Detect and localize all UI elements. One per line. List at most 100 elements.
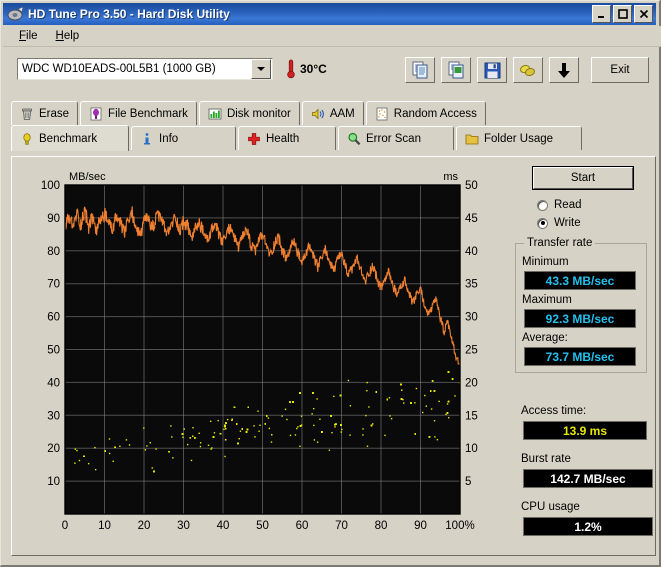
maximize-button[interactable] (613, 5, 632, 23)
drive-select[interactable]: WDC WD10EADS-00L5B1 (1000 GB) (17, 58, 273, 80)
copy-image-button[interactable] (441, 57, 471, 83)
tab-aam-label: AAM (329, 107, 355, 120)
tab-benchmark[interactable]: Benchmark (11, 125, 129, 151)
random-access-icon (375, 107, 389, 121)
average-value: 73.7 MB/sec (524, 347, 636, 366)
tab-erase[interactable]: Erase (11, 101, 79, 125)
benchmark-chart-svg: MB/sec ms10203040506070809010051015202530… (41, 171, 478, 532)
tab-bar: Erase File Benchmark Disk monitor AAM Ra… (11, 101, 656, 157)
speaker-icon (311, 107, 325, 121)
svg-text:80: 80 (375, 520, 388, 532)
svg-text:MB/sec: MB/sec (69, 171, 106, 183)
svg-text:20: 20 (138, 520, 151, 532)
tab-disk-monitor-label: Disk monitor (226, 107, 291, 120)
tab-disk-monitor[interactable]: Disk monitor (198, 101, 300, 125)
toolbar: WDC WD10EADS-00L5B1 (1000 GB) 30°C Exit (3, 47, 656, 97)
copy-button[interactable] (405, 57, 435, 83)
tab-benchmark-label: Benchmark (39, 132, 98, 145)
radio-write[interactable]: Write (537, 217, 581, 229)
tab-health[interactable]: Health (238, 126, 336, 150)
cpu-usage-value: 1.2% (523, 517, 653, 536)
svg-text:90: 90 (414, 520, 427, 532)
tab-info[interactable]: Info (131, 126, 236, 150)
svg-text:35: 35 (465, 279, 478, 291)
info-icon (140, 132, 154, 146)
svg-text:50: 50 (256, 520, 269, 532)
menu-file[interactable]: FFileile (10, 28, 47, 44)
tab-erase-label: Erase (39, 107, 70, 120)
radio-read-indicator[interactable] (537, 199, 548, 211)
disk-monitor-icon (208, 107, 222, 121)
cpu-usage-label: CPU usage (521, 501, 580, 513)
svg-text:50: 50 (465, 180, 478, 192)
svg-text:30: 30 (177, 520, 190, 532)
svg-text:10: 10 (465, 443, 478, 455)
magnifier-icon (347, 132, 361, 146)
svg-text:10: 10 (47, 476, 60, 488)
svg-text:15: 15 (465, 410, 478, 422)
svg-text:90: 90 (47, 213, 60, 225)
svg-text:100%: 100% (445, 520, 474, 532)
svg-text:40: 40 (47, 377, 60, 389)
svg-text:40: 40 (465, 246, 478, 258)
tab-error-scan-label: Error Scan (366, 132, 421, 145)
save-button[interactable] (477, 57, 507, 83)
tab-folder-usage-label: Folder Usage (484, 132, 554, 145)
tab-file-benchmark[interactable]: File Benchmark (80, 101, 197, 125)
transfer-rate-group: Transfer rate Minimum 43.3 MB/sec Maximu… (515, 237, 647, 373)
burst-rate-value: 142.7 MB/sec (523, 469, 653, 488)
download-button[interactable] (549, 57, 579, 83)
exit-button[interactable]: Exit (591, 57, 649, 83)
svg-text:30: 30 (47, 410, 60, 422)
maximum-label: Maximum (522, 294, 572, 306)
svg-text:80: 80 (47, 246, 60, 258)
radio-write-label: Write (554, 217, 581, 229)
svg-text:100: 100 (41, 180, 60, 192)
svg-text:70: 70 (335, 520, 348, 532)
svg-text:25: 25 (465, 345, 478, 357)
menu-help[interactable]: Help (47, 28, 89, 44)
tab-folder-usage[interactable]: Folder Usage (456, 126, 582, 150)
temperature-value: 30°C (300, 62, 327, 76)
tab-error-scan[interactable]: Error Scan (338, 126, 454, 150)
svg-text:70: 70 (47, 279, 60, 291)
svg-text:10: 10 (98, 520, 111, 532)
window-title: HD Tune Pro 3.50 - Hard Disk Utility (28, 7, 230, 21)
tab-row-back: Erase File Benchmark Disk monitor AAM Ra… (11, 101, 488, 125)
tab-aam[interactable]: AAM (301, 101, 364, 125)
svg-text:20: 20 (465, 377, 478, 389)
close-button[interactable] (634, 5, 653, 23)
settings-button[interactable] (513, 57, 543, 83)
bulb-icon (20, 132, 34, 146)
file-benchmark-icon (89, 107, 103, 121)
health-cross-icon (247, 132, 261, 146)
title-bar: HD Tune Pro 3.50 - Hard Disk Utility (3, 3, 656, 25)
tab-health-label: Health (266, 132, 300, 145)
benchmark-panel: MB/sec ms 10 20 30 40 50 60 70 80 90 100 5 10 15 20 25 30… (11, 156, 656, 556)
tab-random-access[interactable]: Random Access (365, 101, 486, 125)
hdtune-icon (7, 6, 25, 22)
tab-row-front: Benchmark Info Health Error Scan Folder … (11, 125, 584, 151)
radio-read[interactable]: Read (537, 199, 582, 211)
svg-text:0: 0 (62, 520, 68, 532)
hd-tune-window: HD Tune Pro 3.50 - Hard Disk Utility FFi… (0, 0, 661, 567)
results-side-panel: Start Read Write Transfer rate Minimum 4… (507, 157, 657, 555)
average-label: Average: (522, 332, 568, 344)
svg-text:20: 20 (47, 443, 60, 455)
minimum-value: 43.3 MB/sec (524, 271, 636, 290)
svg-text:60: 60 (47, 312, 60, 324)
radio-read-label: Read (554, 199, 582, 211)
minimize-button[interactable] (592, 5, 611, 23)
thermometer-icon (286, 59, 296, 79)
drive-select-value: WDC WD10EADS-00L5B1 (1000 GB) (22, 63, 216, 75)
radio-write-indicator[interactable] (537, 217, 548, 229)
window-controls (592, 5, 656, 23)
start-button[interactable]: Start (532, 166, 634, 190)
chevron-down-icon[interactable] (251, 59, 271, 79)
svg-text:30: 30 (465, 312, 478, 324)
svg-text:60: 60 (296, 520, 309, 532)
minimum-label: Minimum (522, 256, 569, 268)
toolbar-buttons: Exit (405, 57, 649, 83)
menu-bar: FFileile Help (3, 26, 661, 47)
tab-file-benchmark-label: File Benchmark (108, 107, 188, 120)
